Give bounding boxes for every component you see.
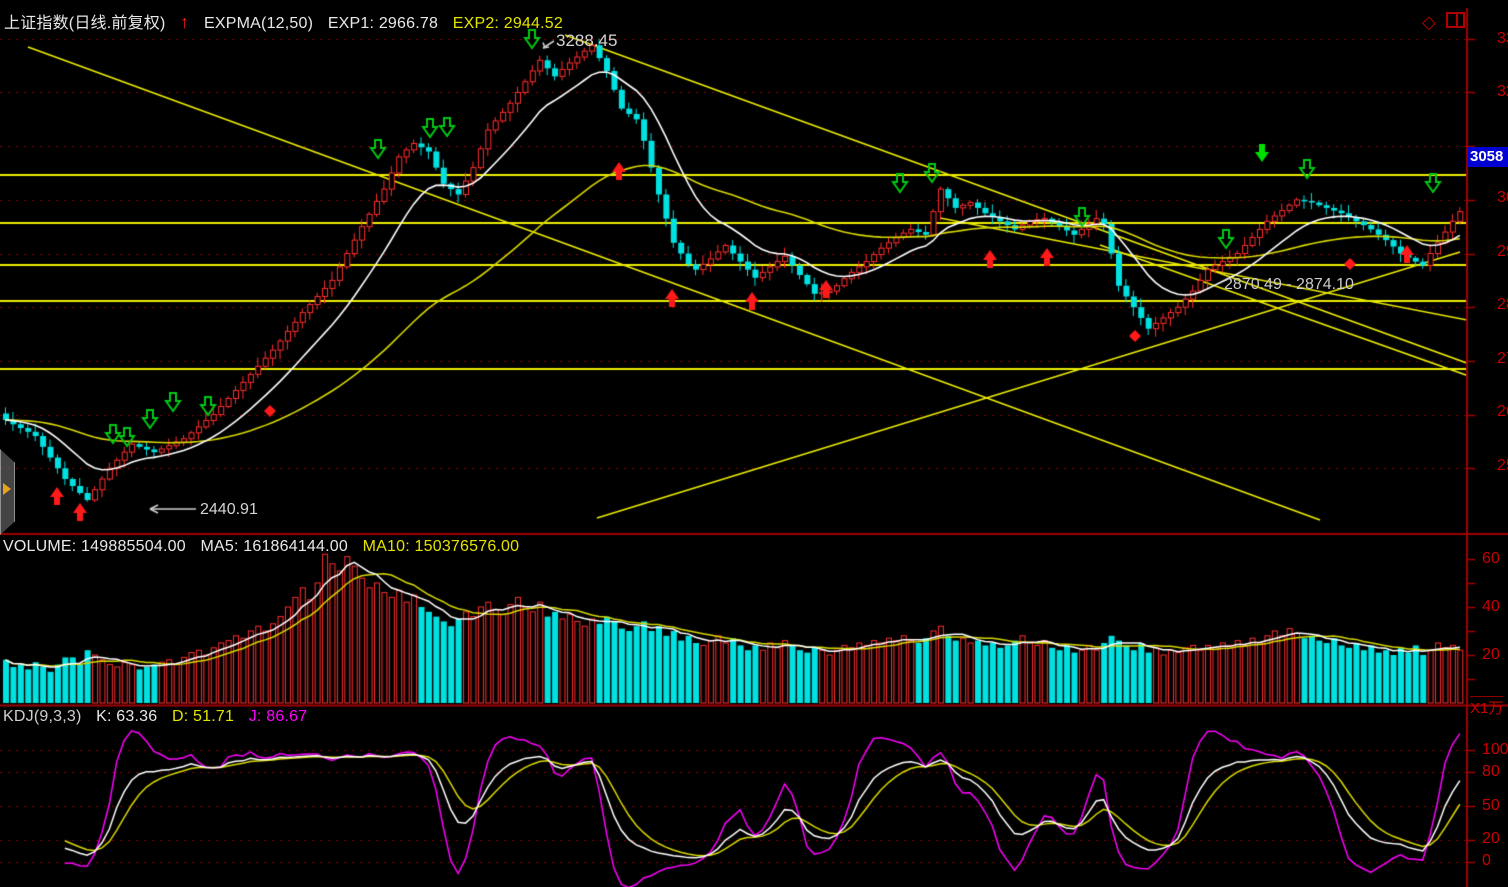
low-price-annotation: 2440.91 (200, 501, 258, 519)
volume-unit-label: X1万 (1470, 696, 1503, 718)
indicator-name[interactable]: EXPMA(12,50) (204, 15, 313, 32)
exp1-value: EXP1: 2966.78 (328, 15, 438, 32)
chart-canvas[interactable] (0, 0, 1508, 887)
volume-pane-header: VOLUME: 149885504.00 MA5: 161864144.00 M… (3, 538, 529, 556)
kdj-indicator-name[interactable]: KDJ(9,3,3) (3, 708, 81, 725)
axis-label: 2800 (1497, 297, 1508, 313)
window-split-icon[interactable] (1446, 12, 1465, 28)
gap-range-annotation: 2870.49 - 2874.10 (1224, 276, 1354, 294)
axis-label: 20 (1482, 647, 1500, 663)
axis-label: 3300 (1497, 31, 1508, 47)
axis-label: 80 (1482, 764, 1500, 780)
volume-ma10-value: MA10: 150376576.00 (363, 538, 520, 555)
stock-chart-window: 上证指数(日线.前复权) ↑ EXPMA(12,50) EXP1: 2966.7… (0, 0, 1508, 887)
axis-label: 2500 (1497, 458, 1508, 474)
side-drawer-handle[interactable] (0, 449, 15, 535)
current-price-label: 3058 (1468, 147, 1508, 167)
axis-label: 2700 (1497, 351, 1508, 367)
axis-label: 2900 (1497, 244, 1508, 260)
axis-label: 50 (1482, 798, 1500, 814)
kdj-k-value: K: 63.36 (96, 708, 157, 725)
up-arrow-icon: ↑ (180, 12, 189, 32)
volume-ma5-value: MA5: 161864144.00 (200, 538, 348, 555)
pane-window-icons: ◇ (1422, 12, 1465, 33)
axis-label: 0 (1482, 853, 1491, 869)
axis-label: 40 (1482, 599, 1500, 615)
symbol-title: 上证指数(日线.前复权) (4, 15, 166, 32)
axis-label: 2600 (1497, 404, 1508, 420)
diamond-icon[interactable]: ◇ (1422, 13, 1436, 31)
expand-right-icon (3, 483, 11, 495)
peak-price-annotation: 3288.45 (556, 31, 617, 51)
axis-label: 20 (1482, 831, 1500, 847)
main-pane-header: 上证指数(日线.前复权) ↑ EXPMA(12,50) EXP1: 2966.7… (4, 9, 573, 33)
exp2-value: EXP2: 2944.52 (453, 15, 563, 32)
axis-label: 3200 (1497, 84, 1508, 100)
kdj-pane-header: KDJ(9,3,3) K: 63.36 D: 51.71 J: 86.67 (3, 708, 317, 726)
axis-label: 100 (1482, 742, 1508, 758)
kdj-d-value: D: 51.71 (172, 708, 234, 725)
volume-value: VOLUME: 149885504.00 (3, 538, 186, 555)
axis-label: 3000 (1497, 190, 1508, 206)
axis-label: 60 (1482, 551, 1500, 567)
kdj-j-value: J: 86.67 (249, 708, 308, 725)
